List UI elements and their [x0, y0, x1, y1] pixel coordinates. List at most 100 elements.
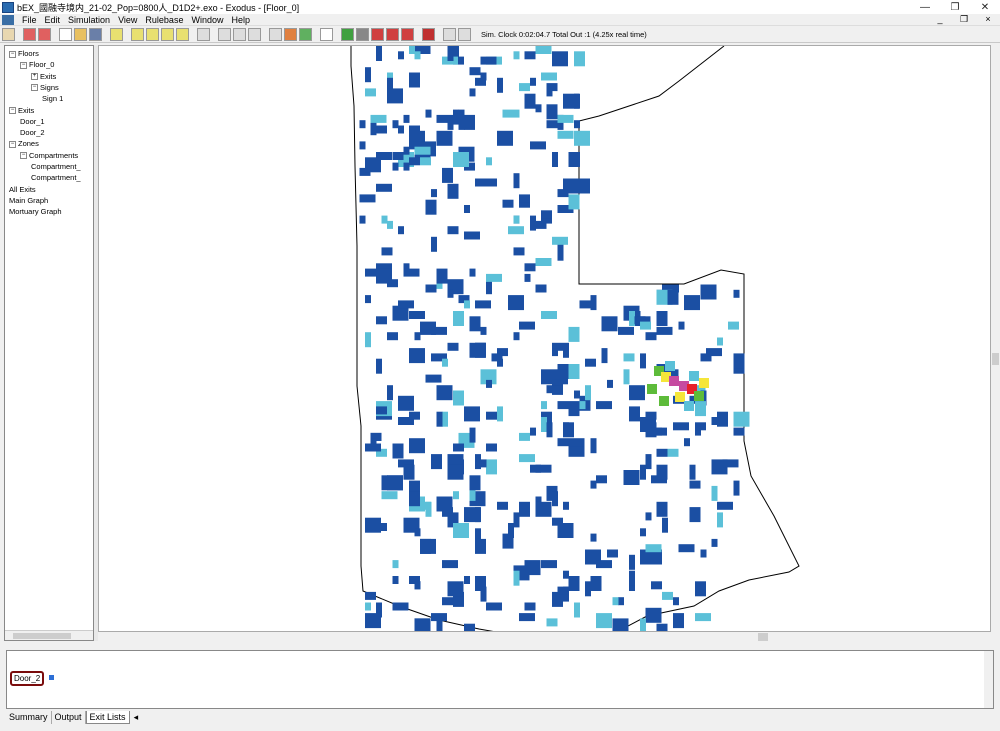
tree-item[interactable]: Compartment_	[31, 162, 81, 171]
menu-window[interactable]: Window	[187, 15, 227, 25]
occupancy-cell	[486, 379, 492, 388]
scroll-thumb[interactable]	[992, 353, 999, 365]
tab-output[interactable]: Output	[52, 710, 86, 724]
occupancy-cell	[475, 454, 481, 470]
canvas-horizontal-scrollbar[interactable]	[98, 632, 991, 642]
tabs-scroll-button[interactable]: ◂	[134, 712, 144, 723]
occupancy-cell	[557, 586, 569, 595]
help-icon[interactable]	[458, 27, 471, 41]
occupancy-cell	[640, 618, 646, 631]
grid-icon[interactable]	[320, 27, 333, 41]
vr-icon[interactable]	[422, 27, 435, 41]
close-button[interactable]: ✕	[970, 0, 1000, 14]
tree-item[interactable]: − Zones	[9, 139, 39, 148]
tree-item[interactable]: Door_1	[20, 117, 45, 126]
occupancy-cell	[706, 348, 722, 357]
menu-file[interactable]: File	[18, 15, 41, 25]
title-bar: bEX_國融寺境内_21-02_Pop=0800人_D1D2+.exo - Ex…	[0, 0, 1000, 14]
tab-summary[interactable]: Summary	[6, 710, 52, 724]
tree-item[interactable]: − Compartments	[20, 151, 78, 160]
collapse-icon[interactable]: −	[9, 140, 16, 148]
occupancy-cell	[442, 358, 448, 367]
menu-simulation[interactable]: Simulation	[64, 15, 114, 25]
canvas-vertical-scrollbar[interactable]	[991, 45, 1000, 632]
occupancy-cell	[376, 183, 392, 192]
tree-item[interactable]: + Exits	[31, 72, 56, 81]
save-icon[interactable]	[89, 27, 102, 41]
step-icon[interactable]	[146, 27, 159, 41]
menu-rulebase[interactable]: Rulebase	[141, 15, 187, 25]
zoom-fit-icon[interactable]	[248, 27, 261, 41]
layers-icon[interactable]	[356, 27, 369, 41]
tree-item[interactable]: All Exits	[9, 185, 36, 194]
occupancy-cell	[370, 438, 377, 447]
occupancy-cell	[530, 215, 536, 231]
person-icon[interactable]	[197, 27, 210, 41]
collapse-icon[interactable]: −	[9, 50, 16, 58]
new-file-icon[interactable]	[59, 27, 72, 41]
expand-icon[interactable]: +	[31, 73, 38, 81]
tab-exit-lists[interactable]: Exit Lists	[85, 710, 130, 724]
tree-view[interactable]: − Floors − Floor_0 + Exits − Signs Sign 1 − Exits D…	[4, 45, 94, 641]
tree-item[interactable]: Sign 1	[42, 94, 63, 103]
child-close-button[interactable]: ×	[976, 14, 1000, 25]
door-label[interactable]: Door_2	[10, 671, 45, 686]
collapse-icon[interactable]: −	[20, 152, 27, 160]
occupancy-cell	[519, 501, 530, 517]
menu-edit[interactable]: Edit	[41, 15, 65, 25]
minimize-button[interactable]: —	[910, 0, 940, 14]
tree-item[interactable]: Compartment_	[31, 173, 81, 182]
occupancy-cell	[557, 438, 569, 447]
run-icon[interactable]	[2, 27, 15, 41]
occupancy-cell	[574, 120, 580, 129]
panel-vertical-scrollbar[interactable]	[984, 651, 993, 708]
rewind-icon[interactable]	[23, 27, 36, 41]
tree-horizontal-scrollbar[interactable]	[5, 630, 93, 640]
play-icon[interactable]	[131, 27, 144, 41]
scroll-thumb[interactable]	[13, 633, 71, 639]
forward-icon[interactable]	[38, 27, 51, 41]
occupancy-cell	[711, 485, 718, 501]
fire-icon[interactable]	[371, 27, 384, 41]
child-restore-button[interactable]: ❐	[952, 14, 976, 25]
occupancy-cell	[425, 199, 437, 215]
zoom-in-icon[interactable]	[218, 27, 231, 41]
occupancy-cell	[629, 385, 645, 401]
child-minimize-button[interactable]: _	[928, 14, 952, 25]
tree-item[interactable]: − Signs	[31, 83, 59, 92]
occupancy-cell	[513, 109, 520, 118]
tree-item[interactable]: − Floors	[9, 49, 39, 58]
smoke-icon[interactable]	[386, 27, 399, 41]
tree-item[interactable]: − Exits	[9, 106, 34, 115]
occupancy-cell	[535, 104, 542, 113]
tree-item[interactable]: Main Graph	[9, 196, 48, 205]
hazard-icon[interactable]	[401, 27, 414, 41]
walker-icon[interactable]	[269, 27, 282, 41]
occupancy-cell	[601, 348, 608, 364]
occupancy-cell	[541, 401, 547, 410]
occupancy-cell	[508, 523, 514, 538]
occupancy-cell	[414, 146, 431, 155]
menu-help[interactable]: Help	[227, 15, 254, 25]
go-icon[interactable]	[299, 27, 312, 41]
open-folder-icon[interactable]	[74, 27, 87, 41]
loop-icon[interactable]	[176, 27, 189, 41]
menu-view[interactable]: View	[114, 15, 141, 25]
tree-item[interactable]: Mortuary Graph	[9, 207, 62, 216]
collapse-icon[interactable]: −	[9, 107, 16, 115]
zoom-out-icon[interactable]	[233, 27, 246, 41]
tree-item[interactable]: Door_2	[20, 128, 45, 137]
map-icon[interactable]	[341, 27, 354, 41]
occupancy-cell	[684, 295, 700, 311]
first-frame-icon[interactable]	[110, 27, 123, 41]
edit-tool-icon[interactable]	[443, 27, 456, 41]
restore-button[interactable]: ❐	[940, 0, 970, 14]
scroll-thumb[interactable]	[758, 633, 768, 641]
tree-item[interactable]: − Floor_0	[20, 60, 54, 69]
pause-icon[interactable]	[161, 27, 174, 41]
floor-plan-canvas[interactable]	[98, 45, 991, 632]
collapse-icon[interactable]: −	[20, 61, 27, 69]
collapse-icon[interactable]: −	[31, 84, 38, 92]
occupancy-cell	[403, 464, 415, 480]
stop-icon[interactable]	[284, 27, 297, 41]
